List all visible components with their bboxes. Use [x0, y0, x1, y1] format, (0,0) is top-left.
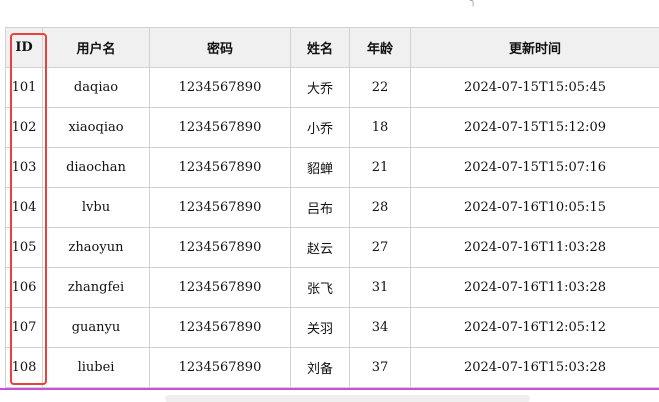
cell-updated-time: 2024-07-16T12:05:12	[410, 307, 659, 348]
table-row: 106 zhangfei 1234567890 张飞 31 2024-07-16…	[5, 267, 659, 308]
header-username: 用户名	[42, 27, 150, 68]
user-table: ID 用户名 密码 姓名 年龄 更新时间 101 daqiao 12345678…	[5, 27, 659, 388]
header-password: 密码	[149, 27, 291, 68]
cell-username: daqiao	[42, 67, 150, 108]
cell-id: 103	[5, 147, 43, 188]
cell-name: 小乔	[290, 107, 350, 148]
cell-id: 108	[5, 347, 43, 388]
table-row: 101 daqiao 1234567890 大乔 22 2024-07-15T1…	[5, 67, 659, 108]
cell-username: diaochan	[42, 147, 150, 188]
cell-name: 貂蝉	[290, 147, 350, 188]
cell-age: 22	[349, 67, 411, 108]
table-row: 104 lvbu 1234567890 吕布 28 2024-07-16T10:…	[5, 187, 659, 228]
cell-password: 1234567890	[149, 147, 291, 188]
cell-age: 18	[349, 107, 411, 148]
cell-updated-time: 2024-07-16T10:05:15	[410, 187, 659, 228]
cell-name: 大乔	[290, 67, 350, 108]
header-updated-time: 更新时间	[410, 27, 659, 68]
cell-name: 刘备	[290, 347, 350, 388]
page: ╮ ID 用户名 密码 姓名 年龄 更新时间 101 daqiao 123456…	[0, 0, 659, 402]
table-header-row: ID 用户名 密码 姓名 年龄 更新时间	[5, 27, 659, 68]
cell-name: 关羽	[290, 307, 350, 348]
cell-updated-time: 2024-07-15T15:12:09	[410, 107, 659, 148]
cell-id: 106	[5, 267, 43, 308]
cell-username: xiaoqiao	[42, 107, 150, 148]
cell-username: zhaoyun	[42, 227, 150, 268]
cell-age: 28	[349, 187, 411, 228]
cell-updated-time: 2024-07-16T11:03:28	[410, 267, 659, 308]
cell-updated-time: 2024-07-16T11:03:28	[410, 227, 659, 268]
cell-password: 1234567890	[149, 187, 291, 228]
cell-password: 1234567890	[149, 227, 291, 268]
cell-username: lvbu	[42, 187, 150, 228]
cell-age: 37	[349, 347, 411, 388]
table-row: 108 liubei 1234567890 刘备 37 2024-07-16T1…	[5, 347, 659, 388]
table-row: 102 xiaoqiao 1234567890 小乔 18 2024-07-15…	[5, 107, 659, 148]
cell-username: liubei	[42, 347, 150, 388]
horizontal-scrollbar[interactable]	[165, 395, 530, 402]
cell-updated-time: 2024-07-15T15:07:16	[410, 147, 659, 188]
cell-updated-time: 2024-07-15T15:05:45	[410, 67, 659, 108]
bottom-divider	[0, 388, 659, 390]
cell-name: 赵云	[290, 227, 350, 268]
cell-id: 105	[5, 227, 43, 268]
cell-id: 107	[5, 307, 43, 348]
cell-username: guanyu	[42, 307, 150, 348]
table-row: 103 diaochan 1234567890 貂蝉 21 2024-07-15…	[5, 147, 659, 188]
cell-password: 1234567890	[149, 347, 291, 388]
header-id: ID	[5, 27, 43, 68]
cell-age: 21	[349, 147, 411, 188]
table-row: 105 zhaoyun 1234567890 赵云 27 2024-07-16T…	[5, 227, 659, 268]
cell-name: 张飞	[290, 267, 350, 308]
header-age: 年龄	[349, 27, 411, 68]
cell-password: 1234567890	[149, 107, 291, 148]
header-name: 姓名	[290, 27, 350, 68]
cell-password: 1234567890	[149, 67, 291, 108]
cell-name: 吕布	[290, 187, 350, 228]
corner-mark: ╮	[470, 0, 477, 7]
cell-age: 31	[349, 267, 411, 308]
cell-age: 34	[349, 307, 411, 348]
cell-password: 1234567890	[149, 267, 291, 308]
cell-age: 27	[349, 227, 411, 268]
cell-id: 104	[5, 187, 43, 228]
cell-id: 101	[5, 67, 43, 108]
cell-updated-time: 2024-07-16T15:03:28	[410, 347, 659, 388]
cell-id: 102	[5, 107, 43, 148]
cell-password: 1234567890	[149, 307, 291, 348]
table-row: 107 guanyu 1234567890 关羽 34 2024-07-16T1…	[5, 307, 659, 348]
cell-username: zhangfei	[42, 267, 150, 308]
